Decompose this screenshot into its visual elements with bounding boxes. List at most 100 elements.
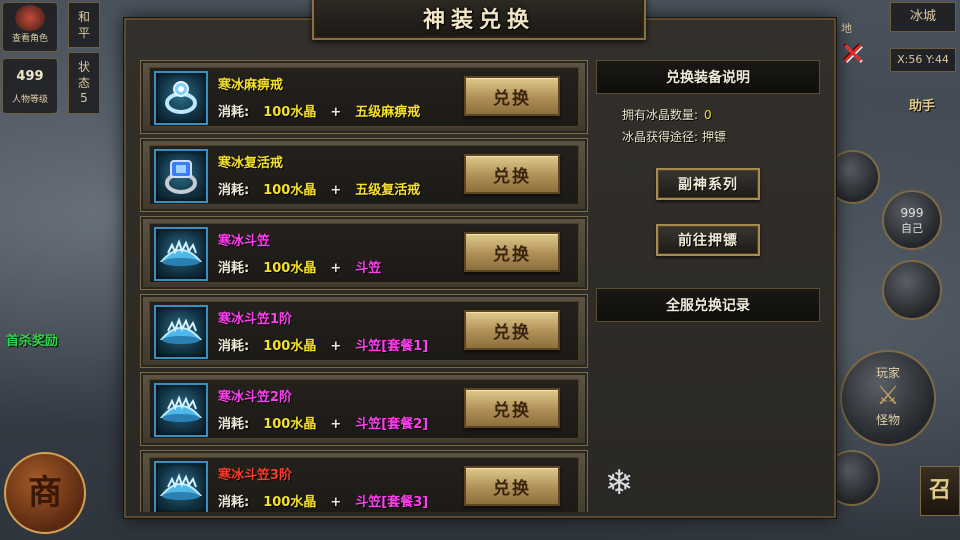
first-kill-reward-link[interactable]: 首杀奖励	[6, 330, 58, 349]
target-counter: 999	[900, 206, 924, 220]
cost-plus: +	[330, 495, 342, 510]
summon-button[interactable]: 召	[920, 466, 960, 516]
cost-amount: 100水晶	[263, 417, 317, 432]
server-exchange-records-button[interactable]: 全服兑换记录	[596, 288, 820, 322]
exchange-item-cost: 消耗: 100水晶 + 斗笠[套餐1]	[218, 335, 428, 354]
exchange-item-inner: 寒冰斗笠3阶 消耗: 100水晶 + 斗笠[套餐3] 兑换	[149, 457, 579, 512]
exchange-button[interactable]: 兑换	[464, 310, 560, 350]
crystal-count-value: 0	[704, 108, 712, 122]
crossed-swords-icon: ⚔	[876, 381, 900, 411]
exchange-item-cost: 消耗: 100水晶 + 五级麻痹戒	[218, 101, 420, 120]
coordinates-text: X:56 Y:44	[897, 53, 949, 66]
exchange-button[interactable]: 兑换	[464, 154, 560, 194]
exchange-item-row: 寒冰斗笠2阶 消耗: 100水晶 + 斗笠[套餐2] 兑换	[140, 372, 588, 446]
status-panel[interactable]: 状态 5	[68, 52, 100, 114]
status-label: 状态	[77, 60, 90, 90]
status-value: 5	[80, 91, 88, 105]
close-symbol: ✕	[840, 37, 866, 72]
cost-material: 斗笠	[355, 261, 382, 276]
cost-amount: 100水晶	[263, 183, 317, 198]
go-escort-button[interactable]: 前往押镖	[656, 224, 760, 256]
exchange-item-name: 寒冰斗笠2阶	[218, 390, 293, 405]
panel-title: 神装兑换	[312, 0, 646, 40]
shop-button[interactable]: 商	[4, 452, 86, 534]
exchange-item-cost: 消耗: 100水晶 + 斗笠	[218, 257, 381, 276]
cost-label: 消耗:	[218, 417, 250, 432]
exchange-item-name: 寒冰斗笠	[218, 234, 271, 249]
cost-material: 斗笠[套餐3]	[355, 495, 429, 510]
hat-icon[interactable]	[154, 227, 208, 281]
exchange-button[interactable]: 兑换	[464, 388, 560, 428]
exchange-button[interactable]: 兑换	[464, 466, 560, 506]
exchange-button[interactable]: 兑换	[464, 232, 560, 272]
hat-icon[interactable]	[154, 461, 208, 512]
target-player-monster-toggle[interactable]: 玩家 ⚔ 怪物	[840, 350, 936, 446]
exchange-item-inner: 寒冰复活戒消耗: 100水晶 + 五级复活戒 兑换	[149, 145, 579, 205]
exchange-item-name: 寒冰复活戒	[218, 156, 284, 171]
cost-plus: +	[330, 183, 342, 198]
cost-label: 消耗:	[218, 183, 250, 198]
exchange-item-row: 寒冰斗笠 消耗: 100水晶 + 斗笠 兑换	[140, 216, 588, 290]
cost-amount: 100水晶	[263, 495, 317, 510]
assist-label: 助手	[908, 99, 935, 114]
cost-material: 五级麻痹戒	[355, 105, 421, 120]
target-self-button[interactable]: 999 自己	[882, 190, 942, 250]
map-name-text: 冰城	[909, 9, 936, 24]
hat-icon[interactable]	[154, 305, 208, 359]
target-player-label: 玩家	[875, 366, 900, 380]
server-exchange-records-text: 全服兑换记录	[666, 298, 750, 314]
cost-material: 五级复活戒	[355, 183, 421, 198]
cost-amount: 100水晶	[263, 105, 317, 120]
exchange-info-sidebar: 兑换装备说明 拥有冰晶数量: 0 冰晶获得途径: 押镖 副神系列 前往押镖 全服兑换…	[596, 56, 824, 514]
gem-ring-icon[interactable]	[154, 149, 208, 203]
cost-amount: 100水晶	[263, 339, 317, 354]
series-button-label: 副神系列	[678, 177, 738, 193]
exchange-item-inner: 寒冰麻痹戒消耗: 100水晶 + 五级麻痹戒 兑换	[149, 67, 579, 127]
character-level-badge[interactable]: 499 人物等级	[2, 58, 58, 114]
cost-label: 消耗:	[218, 495, 250, 510]
snowflake-icon: ❄	[604, 463, 634, 503]
cost-plus: +	[330, 261, 342, 276]
cost-label: 消耗:	[218, 339, 250, 354]
right-hud: 冰城 地 X:56 Y:44 助手 999 自己 玩家 ⚔ 怪物 召	[820, 0, 960, 540]
exchange-item-row: 寒冰麻痹戒消耗: 100水晶 + 五级麻痹戒 兑换	[140, 60, 588, 134]
character-avatar-icon	[15, 5, 45, 31]
target-self-label: 自己	[901, 222, 923, 235]
level-label: 人物等级	[11, 95, 48, 105]
exchange-info-header-text: 兑换装备说明	[666, 70, 750, 86]
level-value: 499	[16, 69, 44, 84]
exchange-item-list[interactable]: 寒冰麻痹戒 消耗: 100水晶 + 五级麻痹戒 兑换 寒冰复活戒 消耗: 100水晶 + 五级复活戒…	[140, 60, 588, 512]
cost-plus: +	[330, 417, 342, 432]
hat-icon[interactable]	[154, 383, 208, 437]
crystal-source-row: 冰晶获得途径: 押镖	[622, 128, 726, 145]
close-icon[interactable]: ✕	[838, 40, 868, 70]
exchange-button[interactable]: 兑换	[464, 76, 560, 116]
crystal-count-row: 拥有冰晶数量: 0	[622, 106, 712, 123]
exchange-item-inner: 寒冰斗笠1阶 消耗: 100水晶 + 斗笠[套餐1] 兑换	[149, 301, 579, 361]
skill-slot-2[interactable]	[882, 260, 942, 320]
exchange-info-header: 兑换装备说明	[596, 60, 820, 94]
panel-title-text: 神装兑换	[422, 7, 535, 33]
map-name-label: 冰城	[890, 2, 956, 32]
map-short-label: 地	[841, 22, 852, 35]
exchange-item-row: 寒冰复活戒消耗: 100水晶 + 五级复活戒 兑换	[140, 138, 588, 212]
shop-label: 商	[28, 473, 62, 513]
crystal-source-label: 冰晶获得途径:	[622, 130, 699, 144]
pk-mode-button[interactable]: 和平	[68, 2, 100, 48]
cost-plus: +	[330, 339, 342, 354]
series-button[interactable]: 副神系列	[656, 168, 760, 200]
view-character-button[interactable]: 查看角色	[2, 2, 58, 52]
ring-icon[interactable]	[154, 71, 208, 125]
coordinates-readout: X:56 Y:44	[890, 48, 956, 72]
exchange-item-inner: 寒冰斗笠2阶 消耗: 100水晶 + 斗笠[套餐2] 兑换	[149, 379, 579, 439]
crystal-source-value: 押镖	[702, 130, 727, 144]
cost-amount: 100水晶	[263, 261, 317, 276]
exchange-item-name: 寒冰斗笠3阶	[218, 468, 293, 483]
go-escort-button-label: 前往押镖	[678, 233, 738, 249]
exchange-item-name: 寒冰麻痹戒	[218, 78, 284, 93]
exchange-item-inner: 寒冰斗笠 消耗: 100水晶 + 斗笠 兑换	[149, 223, 579, 283]
assist-button[interactable]: 助手	[902, 98, 942, 142]
exchange-item-row: 寒冰斗笠3阶 消耗: 100水晶 + 斗笠[套餐3] 兑换	[140, 450, 588, 512]
crystal-count-label: 拥有冰晶数量:	[622, 108, 699, 122]
summon-label: 召	[928, 478, 951, 503]
